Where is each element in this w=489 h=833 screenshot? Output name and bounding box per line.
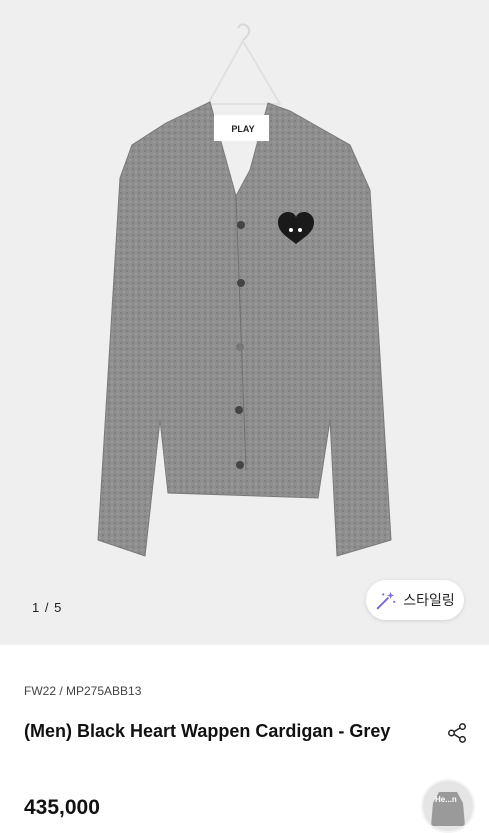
styling-button-label: 스타일링 xyxy=(403,592,455,608)
magic-wand-icon xyxy=(376,591,396,610)
hanger-tag-logo: PLAY xyxy=(231,124,254,134)
product-title: (Men) Black Heart Wappen Cardigan - Grey xyxy=(24,721,391,741)
product-price: 435,000 xyxy=(24,796,100,819)
product-thumbnail[interactable]: He...n xyxy=(421,779,475,833)
product-gallery[interactable]: PLAY 1 / 5 스타일링 xyxy=(0,0,489,645)
thumbnail-image xyxy=(431,792,465,826)
share-icon[interactable] xyxy=(446,722,468,744)
product-code: FW22 / MP275ABB13 xyxy=(24,684,142,698)
product-info: FW22 / MP275ABB13 (Men) Black Heart Wapp… xyxy=(0,645,489,833)
product-image-cardigan: PLAY xyxy=(97,23,392,557)
image-page-counter: 1 / 5 xyxy=(32,600,63,615)
styling-button[interactable]: 스타일링 xyxy=(366,580,464,620)
thumbnail-label: He...n xyxy=(435,795,457,804)
